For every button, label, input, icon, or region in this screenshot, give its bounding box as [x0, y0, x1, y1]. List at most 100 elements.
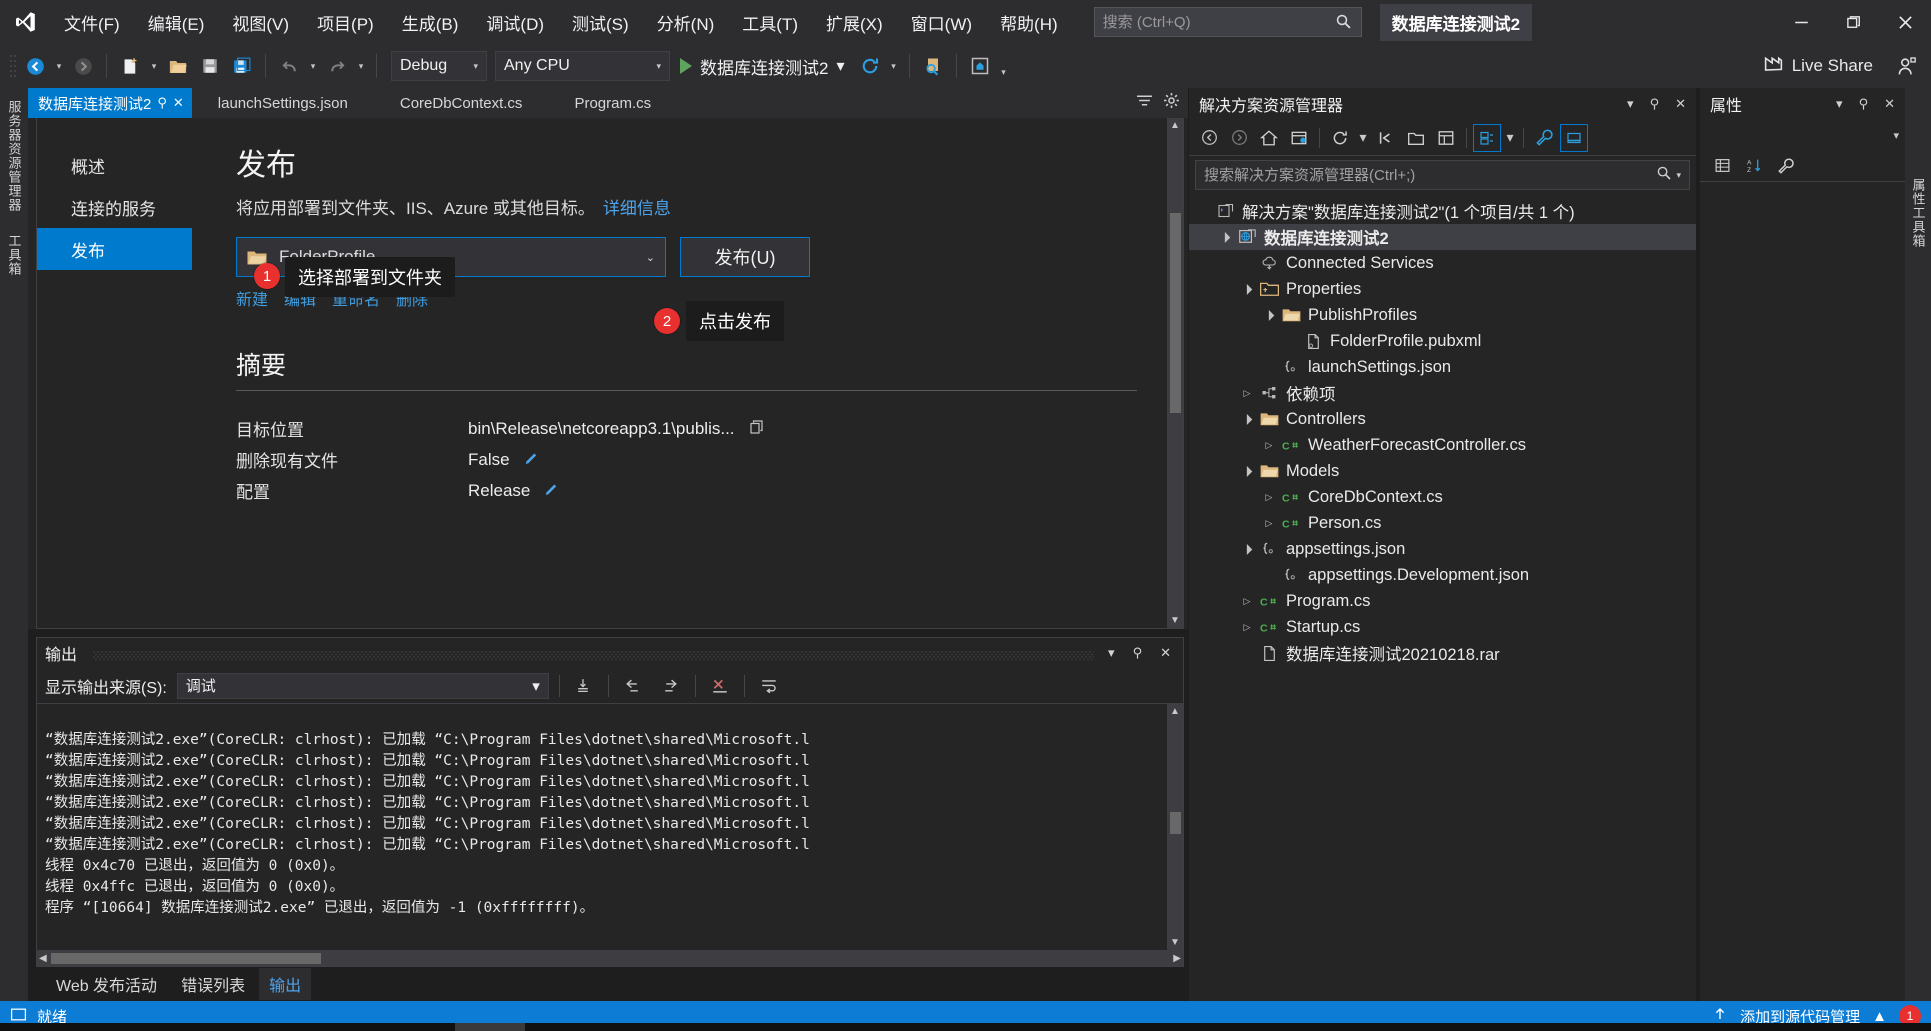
collapse-all-icon[interactable] [1372, 124, 1400, 152]
tree-item[interactable]: ◢ 数据库连接测试2 [1189, 224, 1696, 250]
categorized-view-icon[interactable] [1708, 152, 1736, 180]
navigate-backward-dropdown-icon[interactable]: ▾ [52, 50, 66, 82]
expander-expanded-icon[interactable]: ◢ [1239, 281, 1255, 297]
properties-dropdown-icon[interactable]: ▾ [1832, 96, 1847, 112]
solution-explorer-dropdown-icon[interactable]: ▾ [1623, 96, 1638, 112]
tree-item[interactable]: ◢ Controllers [1189, 406, 1696, 432]
publish-button[interactable]: 发布(U) [680, 237, 810, 277]
scroll-down-icon[interactable]: ▼ [1170, 615, 1180, 626]
toolbox-tab[interactable]: 工具箱 [5, 234, 24, 276]
menu-project[interactable]: 项目(P) [303, 4, 388, 41]
tree-item[interactable]: ▷ C Program.cs [1189, 588, 1696, 614]
publish-nav-connected-services[interactable]: 连接的服务 [37, 186, 192, 228]
menu-edit[interactable]: 编辑(E) [134, 4, 219, 41]
publish-vertical-scrollbar[interactable]: ▲ ▼ [1167, 118, 1183, 628]
solution-explorer-close-icon[interactable]: ✕ [1671, 96, 1690, 112]
output-hscroll-thumb[interactable] [50, 952, 321, 964]
menu-file[interactable]: 文件(F) [50, 4, 134, 41]
build-configuration-combo[interactable]: Debug ▾ [391, 51, 487, 81]
hot-reload-dropdown-icon[interactable]: ▾ [887, 50, 901, 82]
copy-icon[interactable] [749, 419, 765, 439]
property-pages-icon[interactable] [1772, 152, 1800, 180]
solution-explorer-search-box[interactable]: ▾ [1195, 160, 1690, 190]
redo-dropdown-icon[interactable]: ▾ [354, 50, 368, 82]
output-scroll-right-icon[interactable]: ▶ [1173, 953, 1181, 964]
edit-pencil-icon-1[interactable] [524, 450, 539, 469]
publish-nav-publish[interactable]: 发布 [37, 228, 192, 270]
alphabetical-view-icon[interactable]: AZ [1740, 152, 1768, 180]
pin-icon[interactable]: ⚲ [157, 95, 167, 111]
toggle-word-wrap-icon[interactable] [755, 673, 783, 699]
profile-link-new[interactable]: 新建 [236, 286, 268, 310]
properties-window-icon[interactable] [1432, 124, 1460, 152]
undo-button[interactable] [274, 50, 304, 82]
output-scroll-thumb[interactable] [1169, 812, 1181, 834]
output-horizontal-scrollbar[interactable]: ◀ ▶ [37, 950, 1183, 966]
properties-vertical-tab[interactable]: 属性工具箱 [1909, 178, 1928, 248]
live-share-button[interactable]: Live Share [1763, 53, 1889, 79]
output-scroll-left-icon[interactable]: ◀ [39, 953, 47, 964]
tree-item[interactable]: ◢ Models [1189, 458, 1696, 484]
expander-collapsed-icon[interactable]: ▷ [1263, 492, 1275, 503]
tab-program[interactable]: Program.cs [548, 88, 678, 118]
redo-button[interactable] [322, 50, 352, 82]
tree-item[interactable]: Connected Services [1189, 250, 1696, 276]
expander-expanded-icon[interactable]: ◢ [1239, 463, 1255, 479]
menu-analyze[interactable]: 分析(N) [643, 4, 729, 41]
show-all-files-icon[interactable] [1402, 124, 1430, 152]
tree-item[interactable]: appsettings.Development.json [1189, 562, 1696, 588]
hot-reload-button[interactable] [855, 50, 885, 82]
new-project-dropdown-icon[interactable]: ▾ [147, 50, 161, 82]
expander-collapsed-icon[interactable]: ▷ [1241, 388, 1253, 399]
scroll-up-icon[interactable]: ▲ [1170, 120, 1180, 131]
tab-publish-document[interactable]: 数据库连接测试2 ⚲ ✕ [28, 88, 192, 118]
output-pin-icon[interactable]: ⚲ [1129, 645, 1147, 661]
toolbar-overflow-icon[interactable]: ▾ [997, 50, 1011, 82]
output-text-area[interactable]: “数据库连接测试2.exe”(CoreCLR: clrhost): 已加载 “C… [37, 704, 1167, 950]
active-files-dropdown-icon[interactable] [1136, 94, 1153, 112]
expander-expanded-icon[interactable]: ◢ [1239, 411, 1255, 427]
undo-dropdown-icon[interactable]: ▾ [306, 50, 320, 82]
properties-object-selector[interactable]: ▾ [1700, 120, 1905, 150]
tab-launchsettings[interactable]: launchSettings.json [191, 88, 374, 118]
refresh-dropdown-icon[interactable]: ▾ [1356, 124, 1370, 152]
output-scroll-up-icon[interactable]: ▲ [1170, 706, 1180, 717]
expander-expanded-icon[interactable]: ◢ [1261, 307, 1277, 323]
menu-help[interactable]: 帮助(H) [986, 4, 1072, 41]
properties-pin-icon[interactable]: ⚲ [1855, 96, 1873, 112]
platform-combo[interactable]: Any CPU ▾ [495, 51, 670, 81]
go-to-next-message-icon[interactable] [657, 673, 685, 699]
tree-item[interactable]: ▷ C Startup.cs [1189, 614, 1696, 640]
preview-selected-items-icon[interactable] [1560, 123, 1588, 152]
refresh-icon[interactable] [1326, 124, 1354, 152]
output-vertical-scrollbar[interactable]: ▲ ▼ [1167, 704, 1183, 950]
search-in-files-button[interactable] [918, 50, 948, 82]
back-icon[interactable] [1195, 124, 1223, 152]
tab-settings-gear-icon[interactable] [1163, 92, 1180, 114]
save-button[interactable] [195, 50, 225, 82]
solution-search-dropdown-icon[interactable]: ▾ [1676, 170, 1681, 181]
pending-changes-icon[interactable] [1285, 124, 1313, 152]
expander-collapsed-icon[interactable]: ▷ [1263, 518, 1275, 529]
output-source-combo[interactable]: 调试 ▾ [176, 672, 549, 699]
menu-extensions[interactable]: 扩展(X) [812, 4, 897, 41]
tree-item[interactable]: ◢ appsettings.json [1189, 536, 1696, 562]
browser-preview-button[interactable] [965, 50, 995, 82]
bottom-tab-web-publish[interactable]: Web 发布活动 [46, 968, 167, 1000]
expander-expanded-icon[interactable]: ◢ [1217, 229, 1233, 245]
save-all-button[interactable] [227, 50, 257, 82]
home-icon[interactable] [1255, 124, 1283, 152]
quick-search-box[interactable] [1093, 7, 1362, 37]
source-control-dropdown-icon[interactable]: ▲ [1872, 1008, 1887, 1025]
bottom-tab-error-list[interactable]: 错误列表 [171, 968, 255, 1000]
tree-item[interactable]: launchSettings.json [1189, 354, 1696, 380]
open-file-button[interactable] [163, 50, 193, 82]
wrench-properties-icon[interactable] [1530, 124, 1558, 152]
expander-collapsed-icon[interactable]: ▷ [1263, 440, 1275, 451]
menu-test[interactable]: 测试(S) [558, 4, 643, 41]
menu-debug[interactable]: 调试(D) [472, 4, 558, 41]
expander-collapsed-icon[interactable]: ▷ [1241, 596, 1253, 607]
run-dropdown-icon[interactable]: ▾ [836, 56, 844, 76]
publish-more-info-link[interactable]: 详细信息 [603, 199, 671, 218]
tree-item[interactable]: ◢ PublishProfiles [1189, 302, 1696, 328]
